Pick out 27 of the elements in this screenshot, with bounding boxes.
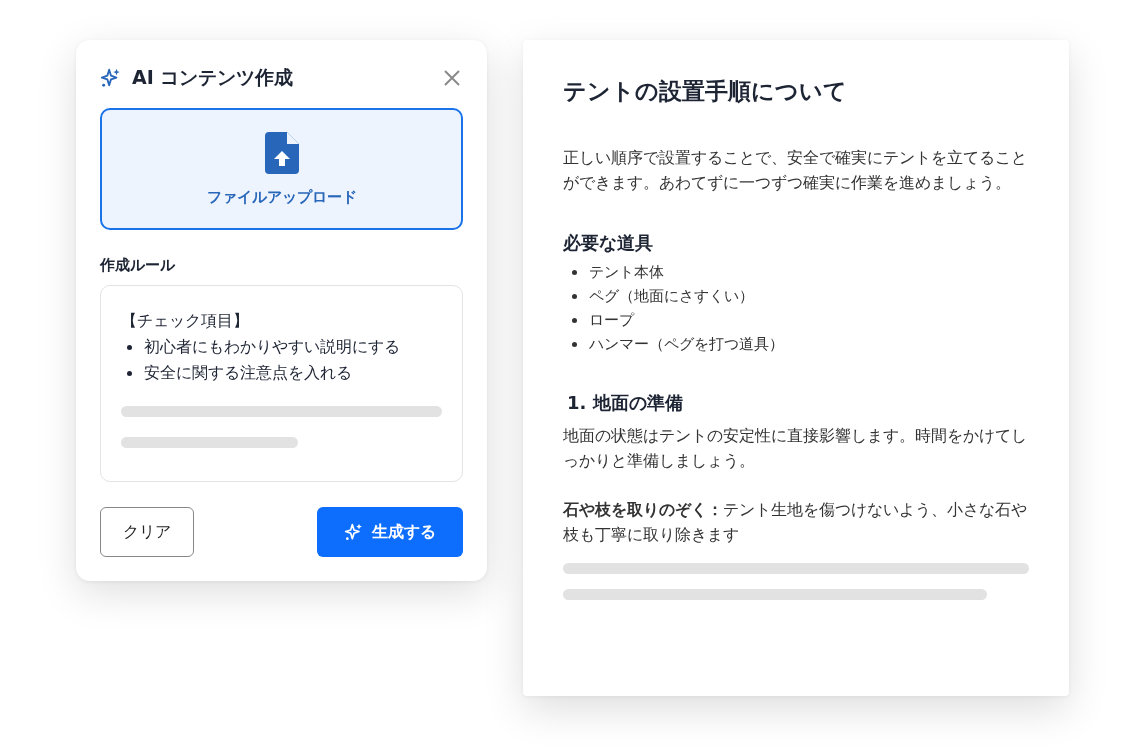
paragraph: 石や枝を取りのぞく：テント生地を傷つけないよう、小さな石や枝も丁寧に取り除きます	[563, 500, 1028, 546]
file-upload-icon	[264, 131, 299, 174]
list-item: ペグ（地面にさすくい）	[589, 286, 754, 307]
generate-button[interactable]: 生成する	[317, 507, 463, 557]
field-label: 作成ルール	[100, 256, 176, 275]
document-title: テントの設置手順について	[563, 77, 848, 106]
sparkle-icon	[344, 522, 364, 542]
list-item: テント本体	[589, 262, 664, 283]
bullet-icon	[572, 269, 577, 275]
clear-button[interactable]: クリア	[100, 507, 194, 557]
list-item: 安全に関する注意点を入れる	[144, 362, 352, 384]
bullet-icon	[572, 317, 577, 323]
dialog-title: AI コンテンツ作成	[132, 65, 295, 90]
rules-field[interactable]: 【チェック項目】 初心者にもわかりやすい説明にする 安全に関する注意点を入れる	[100, 285, 463, 482]
section-heading: 必要な道具	[563, 231, 654, 255]
paragraph: 地面の状態はテントの安定性に直接影響します。時間をかけてしっかりと準備しましょう。	[563, 426, 1028, 472]
bullet-icon	[127, 344, 132, 350]
bullet-icon	[127, 370, 132, 376]
file-upload-button[interactable]: ファイルアップロード	[100, 108, 463, 230]
bullet-icon	[572, 341, 577, 347]
list-item: 初心者にもわかりやすい説明にする	[144, 336, 400, 358]
bullet-icon	[572, 293, 577, 299]
list-item: ハンマー（ペグを打つ道具）	[589, 334, 784, 355]
paragraph: 正しい順序で設置することで、安全で確実にテントを立てることができます。あわてずに一つずつ確実に作業を進めましょう。	[563, 148, 1028, 194]
section-heading: 1. 地面の準備	[567, 391, 684, 415]
list-item: ロープ	[589, 310, 634, 331]
sparkle-icon	[100, 67, 122, 89]
